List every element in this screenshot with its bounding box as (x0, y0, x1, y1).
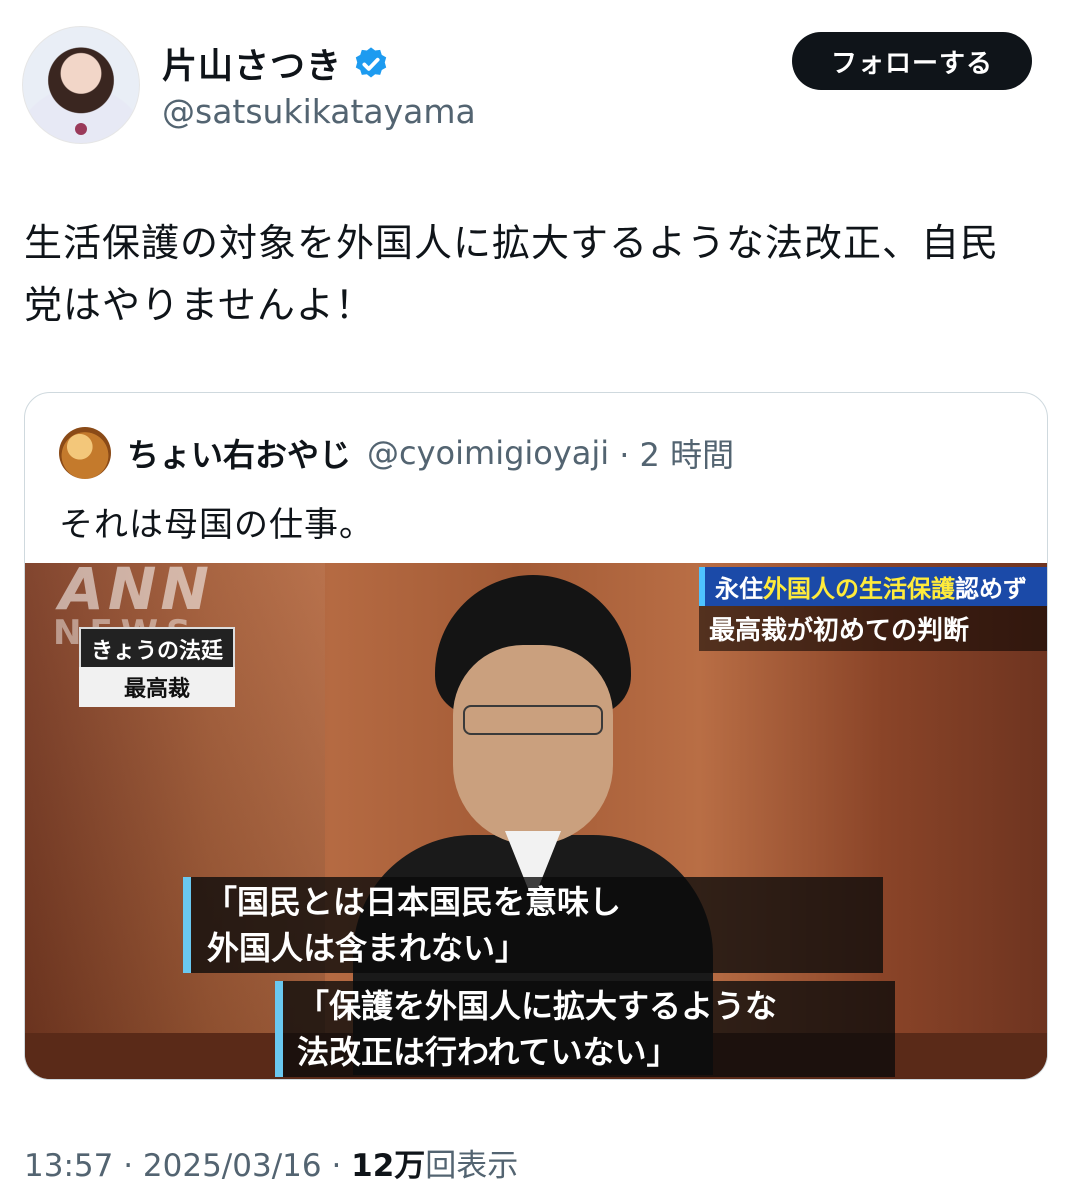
headline-highlight: 外国人の生活保護 (763, 575, 955, 603)
headline-part2: 認めず (955, 575, 1027, 603)
program-tag: きょうの法廷 (79, 627, 236, 671)
quoted-tweet-image[interactable]: ANN NEWS きょうの法廷 最高裁 永住外国人の生活保護認めず 最高裁が初め… (25, 563, 1047, 1079)
tweet-meta: 13:57 · 2025/03/16 · 12万回表示 (24, 1140, 518, 1185)
verified-badge-icon (355, 46, 387, 77)
headline-line2: 最高裁が初めての判断 (709, 616, 970, 646)
quoted-tweet-header: ちょい右おやじ @cyoimigioyaji · 2 時間 (59, 427, 734, 479)
news-caption-2: 「保護を外国人に拡大するような 法改正は行われていない」 (275, 981, 895, 1077)
tweet-date[interactable]: · 2025/03/16 · (123, 1148, 341, 1184)
view-count: 12万 (351, 1148, 426, 1184)
judge-figure (353, 575, 713, 1075)
news-headline: 永住外国人の生活保護認めず 最高裁が初めての判断 (699, 567, 1047, 651)
caption-2-line2: 法改正は行われていない」 (297, 1033, 679, 1071)
headline-part1: 永住 (715, 575, 763, 603)
quoted-tweet-text: それは母国の仕事。 (59, 505, 374, 545)
caption-1-line1: 「国民とは日本国民を意味し (205, 883, 622, 921)
author-handle[interactable]: @satsukikatayama (162, 92, 476, 131)
follow-button[interactable]: フォローする (792, 32, 1032, 90)
view-label: 回表示 (425, 1148, 519, 1184)
quoted-tweet[interactable]: ちょい右おやじ @cyoimigioyaji · 2 時間 それは母国の仕事。 … (24, 392, 1048, 1080)
author-name-row: 片山さつき (162, 38, 390, 89)
caption-2-line1: 「保護を外国人に拡大するような (297, 987, 778, 1025)
tweet-header: 片山さつき @satsukikatayama フォローする (22, 26, 1032, 146)
quoted-author-avatar[interactable] (59, 427, 111, 479)
author-name[interactable]: 片山さつき (162, 38, 342, 89)
tweet-text: 生活保護の対象を外国人に拡大するような法改正、自民党はやりませんよ！ (24, 221, 1000, 327)
caption-1-line2: 外国人は含まれない」 (207, 929, 528, 967)
tweet-time[interactable]: 13:57 (24, 1148, 113, 1184)
court-tag: 最高裁 (79, 667, 235, 707)
quoted-author-handle[interactable]: @cyoimigioyaji (367, 434, 609, 472)
news-caption-1: 「国民とは日本国民を意味し 外国人は含まれない」 (183, 877, 883, 973)
quoted-tweet-time[interactable]: · 2 時間 (619, 430, 734, 476)
quoted-author-name[interactable]: ちょい右おやじ (127, 430, 351, 476)
author-avatar[interactable] (22, 26, 140, 144)
